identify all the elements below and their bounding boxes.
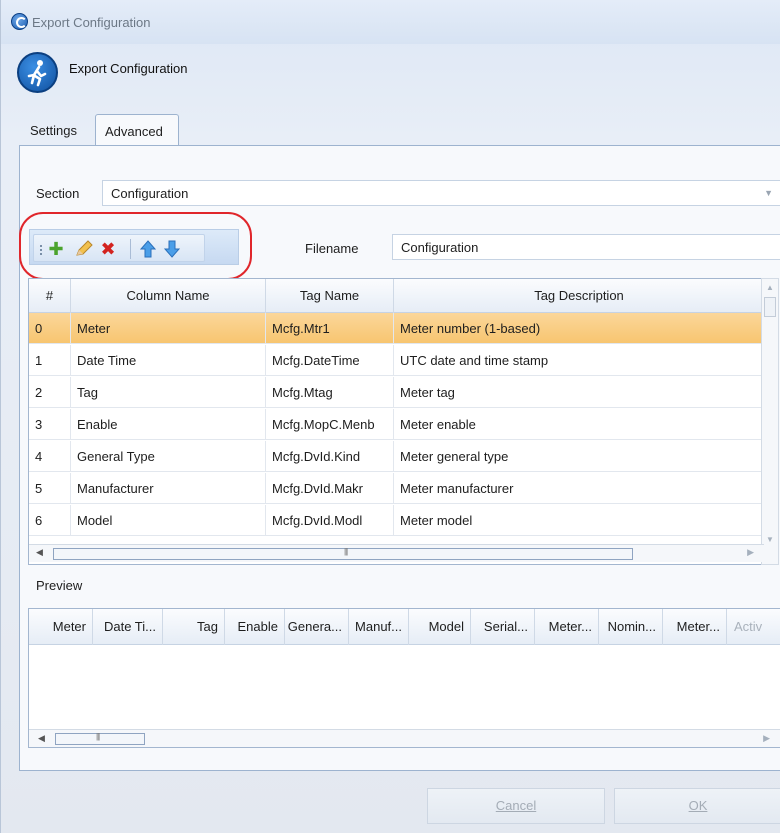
table-row[interactable]: 0 Meter Mcfg.Mtr1 Meter number (1-based) xyxy=(29,313,763,344)
window-title: Export Configuration xyxy=(32,15,151,30)
preview-column-header[interactable]: Nomin... xyxy=(599,609,663,645)
cancel-button[interactable]: Cancel xyxy=(427,788,605,824)
column-name-cell[interactable]: Date Time xyxy=(71,345,266,376)
tag-name-cell[interactable]: Mcfg.MopC.Menb xyxy=(266,409,394,440)
tab-settings[interactable]: Settings xyxy=(24,114,83,146)
section-select[interactable]: Configuration ▼ xyxy=(102,180,780,206)
preview-column-header[interactable]: Meter xyxy=(29,609,93,645)
tag-name-cell[interactable]: Mcfg.DvId.Kind xyxy=(266,441,394,472)
scroll-down-icon[interactable]: ▼ xyxy=(766,535,774,544)
scroll-right-icon[interactable]: ▶ xyxy=(763,733,770,744)
ok-button[interactable]: OK xyxy=(614,788,780,824)
scrollbar-thumb[interactable] xyxy=(53,547,633,560)
scroll-right-icon[interactable]: ▶ xyxy=(747,547,754,558)
preview-header: Meter Date Ti... Tag Enable Genera... Ma… xyxy=(29,609,780,645)
scrollbar-thumb[interactable] xyxy=(55,732,145,745)
tag-description-cell[interactable]: Meter model xyxy=(394,505,763,536)
scroll-left-icon[interactable]: ◀ xyxy=(36,547,43,558)
preview-column-header[interactable]: Tag xyxy=(163,609,225,645)
preview-column-header[interactable]: Date Ti... xyxy=(93,609,163,645)
row-number: 5 xyxy=(29,473,71,504)
row-number: 2 xyxy=(29,377,71,408)
export-configuration-window: Export Configuration Export Configuratio… xyxy=(0,0,780,833)
table-row[interactable]: 2 Tag Mcfg.Mtag Meter tag xyxy=(29,377,763,408)
dialog-header-title: Export Configuration xyxy=(69,61,188,76)
tag-name-cell[interactable]: Mcfg.Mtr1 xyxy=(266,313,394,344)
section-value: Configuration xyxy=(111,186,189,201)
preview-grid: Meter Date Ti... Tag Enable Genera... Ma… xyxy=(28,608,780,748)
row-number: 6 xyxy=(29,505,71,536)
row-number: 4 xyxy=(29,441,71,472)
filename-field[interactable]: Configuration xyxy=(392,234,780,260)
tag-description-cell[interactable]: Meter number (1-based) xyxy=(394,313,763,344)
column-header-column-name[interactable]: Column Name xyxy=(71,279,266,313)
table-row[interactable]: 3 Enable Mcfg.MopC.Menb Meter enable xyxy=(29,409,763,440)
tag-name-cell[interactable]: Mcfg.Mtag xyxy=(266,377,394,408)
preview-column-header[interactable]: Manuf... xyxy=(349,609,409,645)
chevron-down-icon[interactable]: ▼ xyxy=(764,188,773,198)
tag-description-cell[interactable]: Meter enable xyxy=(394,409,763,440)
row-number: 0 xyxy=(29,313,71,344)
column-name-cell[interactable]: Meter xyxy=(71,313,266,344)
tag-name-cell[interactable]: Mcfg.DvId.Modl xyxy=(266,505,394,536)
scroll-up-icon[interactable]: ▲ xyxy=(766,283,774,292)
preview-column-header[interactable]: Genera... xyxy=(285,609,349,645)
row-number: 3 xyxy=(29,409,71,440)
column-name-cell[interactable]: General Type xyxy=(71,441,266,472)
title-bar: Export Configuration xyxy=(1,0,780,44)
tag-description-cell[interactable]: UTC date and time stamp xyxy=(394,345,763,376)
scrollbar-thumb[interactable] xyxy=(764,297,776,317)
preview-column-header[interactable]: Serial... xyxy=(471,609,535,645)
grid-header: # Column Name Tag Name Tag Description xyxy=(29,279,763,313)
preview-column-header[interactable]: Enable xyxy=(225,609,285,645)
scroll-left-icon[interactable]: ◀ xyxy=(38,733,45,744)
tab-advanced[interactable]: Advanced xyxy=(95,114,179,146)
filename-value: Configuration xyxy=(401,240,479,255)
running-person-icon xyxy=(17,52,58,93)
preview-column-header[interactable]: Meter... xyxy=(535,609,599,645)
tag-name-cell[interactable]: Mcfg.DvId.Makr xyxy=(266,473,394,504)
column-header-tag-description[interactable]: Tag Description xyxy=(394,279,763,313)
table-row[interactable]: 4 General Type Mcfg.DvId.Kind Meter gene… xyxy=(29,441,763,472)
section-label: Section xyxy=(36,186,80,201)
column-name-cell[interactable]: Manufacturer xyxy=(71,473,266,504)
table-row[interactable]: 1 Date Time Mcfg.DateTime UTC date and t… xyxy=(29,345,763,376)
filename-label: Filename xyxy=(305,241,359,256)
tag-name-cell[interactable]: Mcfg.DateTime xyxy=(266,345,394,376)
tag-description-cell[interactable]: Meter tag xyxy=(394,377,763,408)
tag-description-cell[interactable]: Meter manufacturer xyxy=(394,473,763,504)
preview-label: Preview xyxy=(36,578,83,593)
columns-grid: # Column Name Tag Name Tag Description 0… xyxy=(28,278,764,565)
grid-vertical-scrollbar[interactable]: ▲ ▼ xyxy=(761,278,779,565)
column-name-cell[interactable]: Model xyxy=(71,505,266,536)
column-header-tag-name[interactable]: Tag Name xyxy=(266,279,394,313)
app-logo-icon xyxy=(11,13,28,30)
preview-column-header[interactable]: Activ xyxy=(727,609,780,645)
table-row[interactable]: 6 Model Mcfg.DvId.Modl Meter model xyxy=(29,505,763,536)
toolbar-highlight-annotation xyxy=(19,212,252,280)
column-name-cell[interactable]: Tag xyxy=(71,377,266,408)
table-row[interactable]: 5 Manufacturer Mcfg.DvId.Makr Meter manu… xyxy=(29,473,763,504)
column-name-cell[interactable]: Enable xyxy=(71,409,266,440)
grid-horizontal-scrollbar[interactable]: ◀ ▶ xyxy=(29,544,764,562)
preview-horizontal-scrollbar[interactable]: ◀ ▶ xyxy=(29,729,780,747)
row-number: 1 xyxy=(29,345,71,376)
preview-column-header[interactable]: Meter... xyxy=(663,609,727,645)
tag-description-cell[interactable]: Meter general type xyxy=(394,441,763,472)
preview-column-header[interactable]: Model xyxy=(409,609,471,645)
column-header-number[interactable]: # xyxy=(29,279,71,313)
